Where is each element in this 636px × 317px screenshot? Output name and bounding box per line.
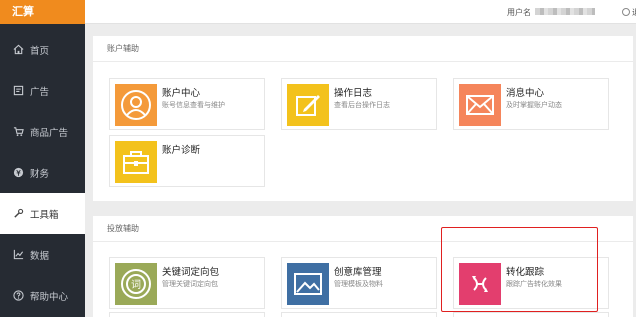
sidebar: 汇算 首页 广告 商品广告 财务 工具箱 数据 帮助中心 <box>0 0 85 317</box>
help-icon <box>12 290 24 302</box>
ad-icon <box>12 85 24 97</box>
sidebar-item-home[interactable]: 首页 <box>0 29 85 70</box>
sidebar-item-finance[interactable]: 财务 <box>0 152 85 193</box>
card-desc: 查看后台操作日志 <box>334 101 390 109</box>
logout-button[interactable]: 退出 <box>622 7 636 18</box>
keyword-icon: 词 <box>115 263 157 305</box>
user-icon <box>115 84 157 126</box>
sidebar-item-label: 财务 <box>30 168 50 180</box>
sidebar-item-label: 工具箱 <box>30 209 59 221</box>
home-icon <box>12 44 24 56</box>
card-title: 创意库管理 <box>334 267 382 278</box>
svg-text:词: 词 <box>131 279 141 291</box>
briefcase-icon <box>115 141 157 183</box>
message-center-card[interactable]: 消息中心 及时掌握账户动态 <box>453 78 609 130</box>
top-bar: 用户名 退出 <box>85 0 636 24</box>
sidebar-item-label: 数据 <box>30 250 50 262</box>
account-center-card[interactable]: 账户中心 账号信息查看与维护 <box>109 78 265 130</box>
username-redacted <box>535 8 595 15</box>
username-label: 用户名 <box>507 8 531 17</box>
sidebar-item-label: 首页 <box>30 45 50 57</box>
card-row-partial <box>453 312 609 317</box>
logout-icon <box>622 8 630 16</box>
card-desc: 管理模板及物料 <box>334 280 383 288</box>
card-row-partial <box>281 312 437 317</box>
brand-logo[interactable]: 汇算 <box>0 0 85 24</box>
card-title: 消息中心 <box>506 88 545 99</box>
sidebar-item-product-ad[interactable]: 商品广告 <box>0 111 85 152</box>
image-icon <box>287 263 329 305</box>
card-title: 操作日志 <box>334 88 373 99</box>
sidebar-nav: 首页 广告 商品广告 财务 工具箱 数据 帮助中心 <box>0 29 85 316</box>
sidebar-item-help[interactable]: 帮助中心 <box>0 275 85 316</box>
account-assist-panel: 账户辅助 账户中心 账号信息查看与维护 操作日志 查看后台操作日志 消息中心 及… <box>93 36 633 201</box>
highlight-annotation-box <box>441 227 598 312</box>
card-desc: 账号信息查看与维护 <box>162 101 225 109</box>
money-icon <box>12 167 24 179</box>
card-title: 账户中心 <box>162 88 201 99</box>
card-title: 关键词定向包 <box>162 267 220 278</box>
cart-icon <box>12 126 24 138</box>
card-desc: 管理关键词定向包 <box>162 280 218 288</box>
logout-label: 退出 <box>632 8 636 17</box>
chart-icon <box>12 249 24 261</box>
sidebar-item-label: 帮助中心 <box>30 291 69 303</box>
sidebar-item-label: 广告 <box>30 86 50 98</box>
sidebar-item-label: 商品广告 <box>30 127 69 139</box>
sidebar-item-data[interactable]: 数据 <box>0 234 85 275</box>
section-title: 账户辅助 <box>93 36 633 62</box>
mail-icon <box>459 84 501 126</box>
operation-log-card[interactable]: 操作日志 查看后台操作日志 <box>281 78 437 130</box>
creative-library-card[interactable]: 创意库管理 管理模板及物料 <box>281 257 437 309</box>
sidebar-item-ad[interactable]: 广告 <box>0 70 85 111</box>
wrench-icon <box>12 208 24 220</box>
card-row-partial <box>109 312 265 317</box>
keyword-package-card[interactable]: 词 关键词定向包 管理关键词定向包 <box>109 257 265 309</box>
edit-icon <box>287 84 329 126</box>
account-diagnosis-card[interactable]: 账户诊断 <box>109 135 265 187</box>
card-desc: 及时掌握账户动态 <box>506 101 562 109</box>
sidebar-item-toolbox[interactable]: 工具箱 <box>0 193 85 234</box>
card-title: 账户诊断 <box>162 145 201 156</box>
